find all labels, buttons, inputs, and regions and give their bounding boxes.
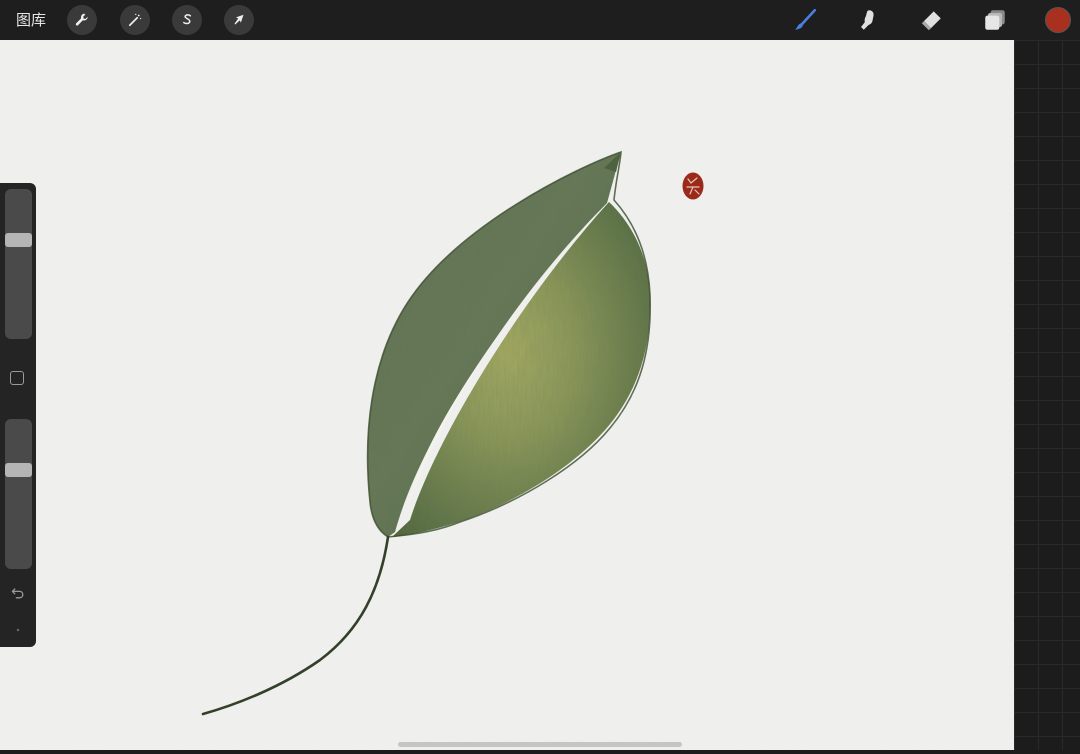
modify-button[interactable] xyxy=(10,371,24,385)
selection-button[interactable] xyxy=(172,5,202,35)
layers-button[interactable] xyxy=(979,4,1011,36)
magic-wand-icon xyxy=(128,13,142,27)
undo-arrow-icon xyxy=(11,588,24,599)
layers-icon xyxy=(985,10,1005,30)
transform-button[interactable] xyxy=(224,5,254,35)
brush-opacity-slider[interactable] xyxy=(5,419,32,569)
drawing-canvas[interactable] xyxy=(0,40,1014,750)
brush-tool-button[interactable] xyxy=(789,4,821,36)
redo-dot-icon xyxy=(16,628,20,632)
wrench-icon xyxy=(75,13,88,26)
color-swatch-button[interactable] xyxy=(1045,7,1071,33)
gallery-link[interactable]: 图库 xyxy=(16,9,46,31)
brush-icon xyxy=(795,8,817,30)
smudge-tool-button[interactable] xyxy=(851,4,883,36)
canvas-background-grid xyxy=(1014,40,1080,754)
eraser-icon xyxy=(921,11,941,31)
brush-size-slider-thumb[interactable] xyxy=(5,233,32,247)
arrow-cursor-icon xyxy=(234,14,244,25)
eraser-tool-button[interactable] xyxy=(915,4,947,36)
brush-size-slider[interactable] xyxy=(5,189,32,339)
actions-button[interactable] xyxy=(67,5,97,35)
home-indicator[interactable] xyxy=(398,742,682,747)
adjustments-button[interactable] xyxy=(120,5,150,35)
red-seal-stamp xyxy=(682,172,704,200)
procreate-app: 图库 xyxy=(0,0,1080,754)
left-sidebar xyxy=(0,183,36,647)
undo-button[interactable] xyxy=(8,583,28,603)
redo-button[interactable] xyxy=(13,620,23,632)
bottom-edge xyxy=(0,750,1080,754)
selection-s-icon xyxy=(183,14,192,25)
top-toolbar: 图库 xyxy=(0,0,1080,40)
leaf-artwork xyxy=(0,40,1014,750)
smudge-finger-icon xyxy=(861,10,874,30)
brush-opacity-slider-thumb[interactable] xyxy=(5,463,32,477)
